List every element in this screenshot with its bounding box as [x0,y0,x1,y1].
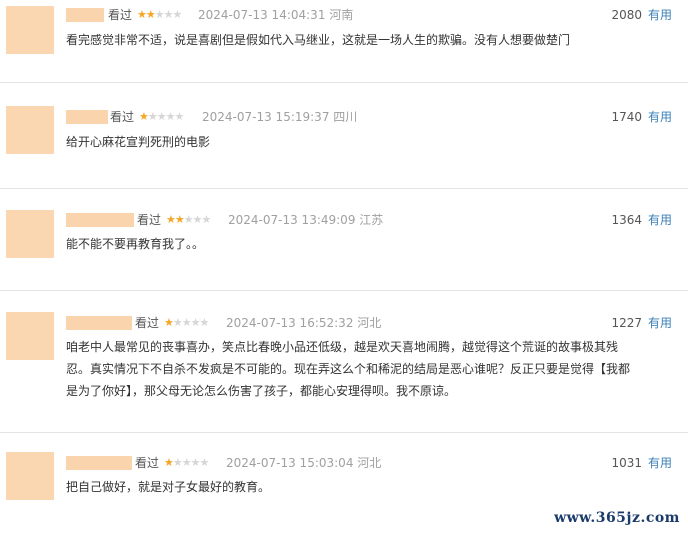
avatar[interactable] [6,452,54,500]
avatar[interactable] [6,106,54,154]
watched-label: 看过 [135,456,160,470]
review-content: 给开心麻花宣判死刑的电影 [66,135,211,149]
watched-label: 看过 [108,8,133,22]
divider [0,290,688,291]
avatar[interactable] [6,312,54,360]
useful-button[interactable]: 有用 [648,213,672,227]
watermark: www.365jz.com [554,510,680,526]
avatar[interactable] [6,210,54,258]
review-meta: 2024-07-13 13:49:09 江苏 [228,213,384,227]
review-content-line: 忍。真实情况下不自杀不发疯是不可能的。现在弄这么个和稀泥的结局是恶心谁呢？反正只… [66,362,631,376]
vote-count: 1740 有用 [611,110,672,124]
vote-count: 1031 有用 [611,456,672,470]
watched-label: 看过 [137,213,162,227]
rating-stars: ★★★★★ [166,213,211,226]
watched-label: 看过 [135,316,160,330]
username-placeholder[interactable] [66,316,132,330]
review-meta: 2024-07-13 15:03:04 河北 [226,456,382,470]
avatar[interactable] [6,6,54,54]
rating-stars: ★★★★★ [164,316,209,329]
review-meta: 2024-07-13 14:04:31 河南 [198,8,354,22]
useful-button[interactable]: 有用 [648,110,672,124]
review-content: 咱老中人最常见的丧事喜办，笑点比春晚小品还低级，越是欢天喜地闹腾，越觉得这个荒诞… [66,336,676,402]
review-content-line: 咱老中人最常见的丧事喜办，笑点比春晚小品还低级，越是欢天喜地闹腾，越觉得这个荒诞… [66,340,619,354]
rating-stars: ★★★★★ [137,8,182,21]
username-placeholder[interactable] [66,213,134,227]
rating-stars: ★★★★★ [139,110,184,123]
watched-label: 看过 [110,110,135,124]
review-content: 看完感觉非常不适，说是喜剧但是假如代入马继业，这就是一场人生的欺骗。没有人想要做… [66,33,571,47]
username-placeholder[interactable] [66,8,104,22]
useful-button[interactable]: 有用 [648,316,672,330]
username-placeholder[interactable] [66,110,108,124]
useful-button[interactable]: 有用 [648,8,672,22]
username-placeholder[interactable] [66,456,132,470]
vote-count: 1364 有用 [611,213,672,227]
vote-count: 1227 有用 [611,316,672,330]
review-content: 能不能不要再教育我了。。 [66,237,205,251]
useful-button[interactable]: 有用 [648,456,672,470]
review-meta: 2024-07-13 15:19:37 四川 [202,110,358,124]
divider [0,432,688,433]
divider [0,188,688,189]
vote-count: 2080 有用 [611,8,672,22]
rating-stars: ★★★★★ [164,456,209,469]
review-meta: 2024-07-13 16:52:32 河北 [226,316,382,330]
divider [0,82,688,83]
review-content: 把自己做好，就是对子女最好的教育。 [66,480,271,494]
review-content-line: 是为了你好】，那父母无论怎么伤害了孩子，都能心安理得呗。我不原谅。 [66,384,457,398]
